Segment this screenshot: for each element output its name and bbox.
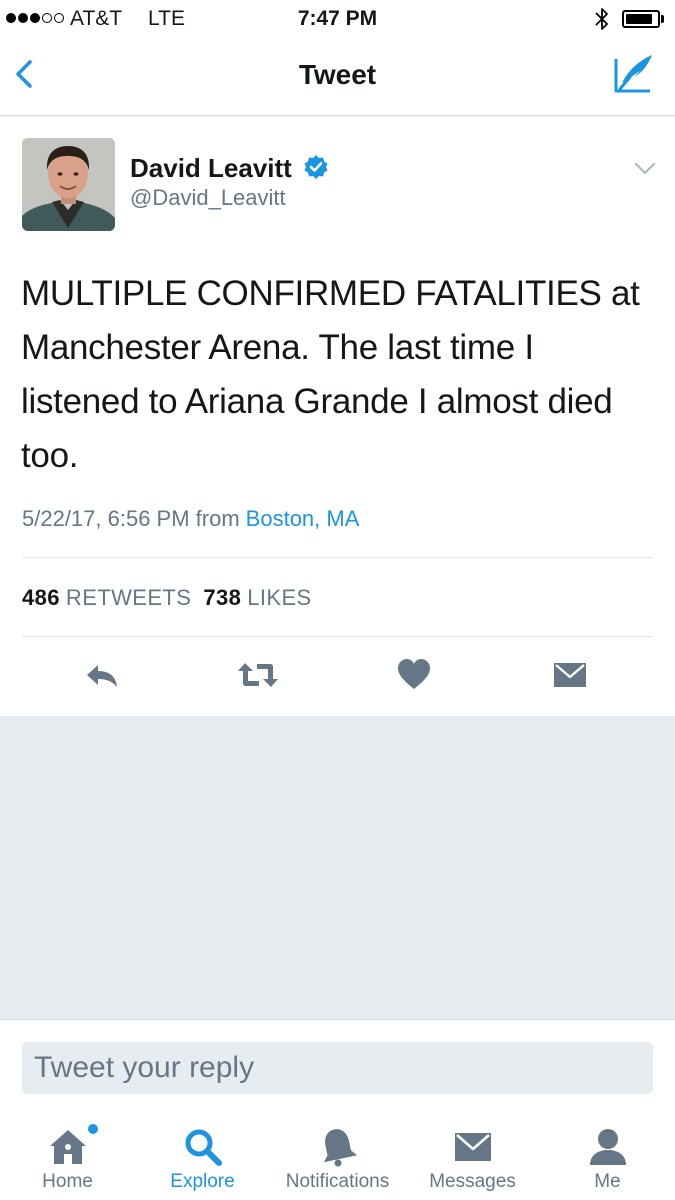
search-icon bbox=[185, 1129, 222, 1166]
avatar[interactable] bbox=[22, 138, 115, 231]
page-title: Tweet bbox=[298, 59, 377, 90]
compose-tweet-icon[interactable] bbox=[612, 53, 658, 97]
status-bar: AT&T LTE 7:47 PM bbox=[0, 0, 675, 38]
bluetooth-icon bbox=[595, 8, 608, 30]
divider bbox=[22, 557, 653, 558]
tab-label: Home bbox=[42, 1171, 93, 1192]
author-display-name[interactable]: David Leavitt bbox=[130, 153, 292, 184]
divider bbox=[22, 636, 653, 637]
tab-home[interactable]: Home bbox=[0, 1109, 135, 1200]
home-icon bbox=[49, 1130, 86, 1164]
tweet-detail: David Leavitt @David_Leavitt MULTIPLE CO… bbox=[0, 117, 675, 716]
tweet-metadata: 5/22/17, 6:56 PM from Boston, MA bbox=[22, 506, 359, 532]
battery-nub bbox=[661, 15, 664, 23]
direct-message-icon[interactable] bbox=[552, 657, 588, 693]
bell-icon bbox=[323, 1129, 357, 1167]
author-handle[interactable]: @David_Leavitt bbox=[130, 185, 286, 211]
tweet-timestamp: 5/22/17, 6:56 PM from bbox=[22, 506, 240, 531]
tab-notifications[interactable]: Notifications bbox=[270, 1109, 405, 1200]
tab-bar: Home Explore Notifications Messages Me bbox=[0, 1109, 675, 1200]
tab-explore[interactable]: Explore bbox=[135, 1109, 270, 1200]
chevron-down-icon[interactable] bbox=[634, 162, 656, 176]
heart-icon[interactable] bbox=[396, 657, 432, 693]
tab-label: Me bbox=[594, 1171, 621, 1192]
verified-badge-icon bbox=[304, 155, 328, 179]
tab-label: Messages bbox=[429, 1171, 516, 1192]
retweet-label[interactable]: RETWEETS bbox=[66, 585, 191, 610]
tab-label: Explore bbox=[170, 1171, 235, 1192]
like-label[interactable]: LIKES bbox=[247, 585, 311, 610]
conversation-area bbox=[0, 716, 675, 1019]
retweet-icon[interactable] bbox=[237, 657, 279, 693]
reply-icon[interactable] bbox=[84, 657, 120, 693]
reply-bar: Tweet your reply bbox=[0, 1019, 675, 1109]
notification-dot bbox=[88, 1124, 98, 1134]
navigation-bar: Tweet bbox=[0, 38, 675, 116]
envelope-icon bbox=[454, 1133, 491, 1161]
tweet-text: MULTIPLE CONFIRMED FATALITIES at Manches… bbox=[21, 274, 640, 475]
battery-icon bbox=[622, 10, 660, 28]
tab-me[interactable]: Me bbox=[540, 1109, 675, 1200]
tweet-stats: 486 RETWEETS 738 LIKES bbox=[22, 585, 312, 611]
tweet-location-link[interactable]: Boston, MA bbox=[246, 506, 360, 531]
status-time: 7:47 PM bbox=[297, 7, 378, 30]
reply-input[interactable]: Tweet your reply bbox=[22, 1042, 653, 1094]
retweet-count[interactable]: 486 bbox=[22, 585, 60, 610]
tab-label: Notifications bbox=[285, 1171, 390, 1192]
like-count[interactable]: 738 bbox=[203, 585, 241, 610]
tab-messages[interactable]: Messages bbox=[405, 1109, 540, 1200]
person-icon bbox=[589, 1129, 626, 1165]
